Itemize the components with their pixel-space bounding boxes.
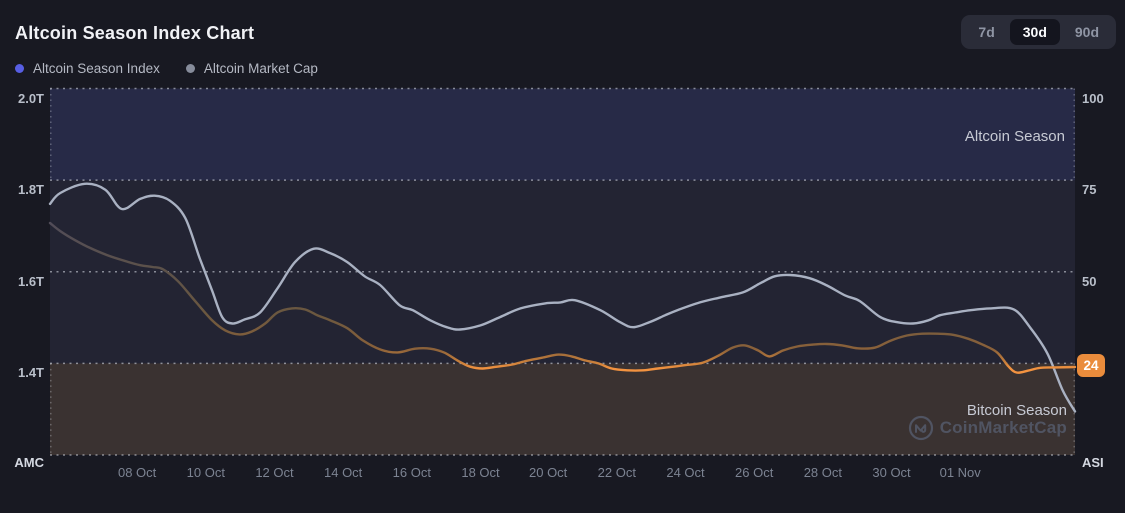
y-left-tick-1.6T: 1.6T: [0, 275, 44, 289]
altcoin-season-index-chart-widget: Altcoin Season Index Chart 7d30d90d Altc…: [0, 0, 1125, 513]
x-tick-28-oct: 28 Oct: [804, 465, 842, 480]
altcoin-season-band-label: Altcoin Season: [965, 128, 1065, 145]
x-tick-18-oct: 18 Oct: [461, 465, 499, 480]
latest-value-badge: 24: [1077, 354, 1105, 377]
bitcoin-season-band: [50, 363, 1075, 455]
altcoin-season-band: [50, 89, 1075, 181]
x-tick-12-oct: 12 Oct: [255, 465, 293, 480]
x-tick-10-oct: 10 Oct: [187, 465, 225, 480]
x-tick-20-oct: 20 Oct: [529, 465, 567, 480]
y-left-tick-2.0T: 2.0T: [0, 92, 44, 106]
y-right-axis-name: ASI: [1082, 456, 1104, 470]
y-right-tick-100: 100: [1082, 92, 1104, 106]
x-tick-24-oct: 24 Oct: [666, 465, 704, 480]
watermark-text: CoinMarketCap: [940, 418, 1067, 438]
y-left-tick-1.8T: 1.8T: [0, 183, 44, 197]
x-tick-16-oct: 16 Oct: [393, 465, 431, 480]
x-tick-08-oct: 08 Oct: [118, 465, 156, 480]
x-tick-14-oct: 14 Oct: [324, 465, 362, 480]
y-right-tick-75: 75: [1082, 183, 1096, 197]
x-tick-30-oct: 30 Oct: [872, 465, 910, 480]
y-left-tick-1.4T: 1.4T: [0, 366, 44, 380]
x-tick-22-oct: 22 Oct: [598, 465, 636, 480]
watermark: CoinMarketCap: [908, 415, 1067, 441]
y-right-tick-50: 50: [1082, 275, 1096, 289]
coinmarketcap-logo-icon: [908, 415, 934, 441]
y-left-axis-name: AMC: [0, 456, 44, 470]
x-tick-26-oct: 26 Oct: [735, 465, 773, 480]
x-tick-01-nov: 01 Nov: [940, 465, 981, 480]
